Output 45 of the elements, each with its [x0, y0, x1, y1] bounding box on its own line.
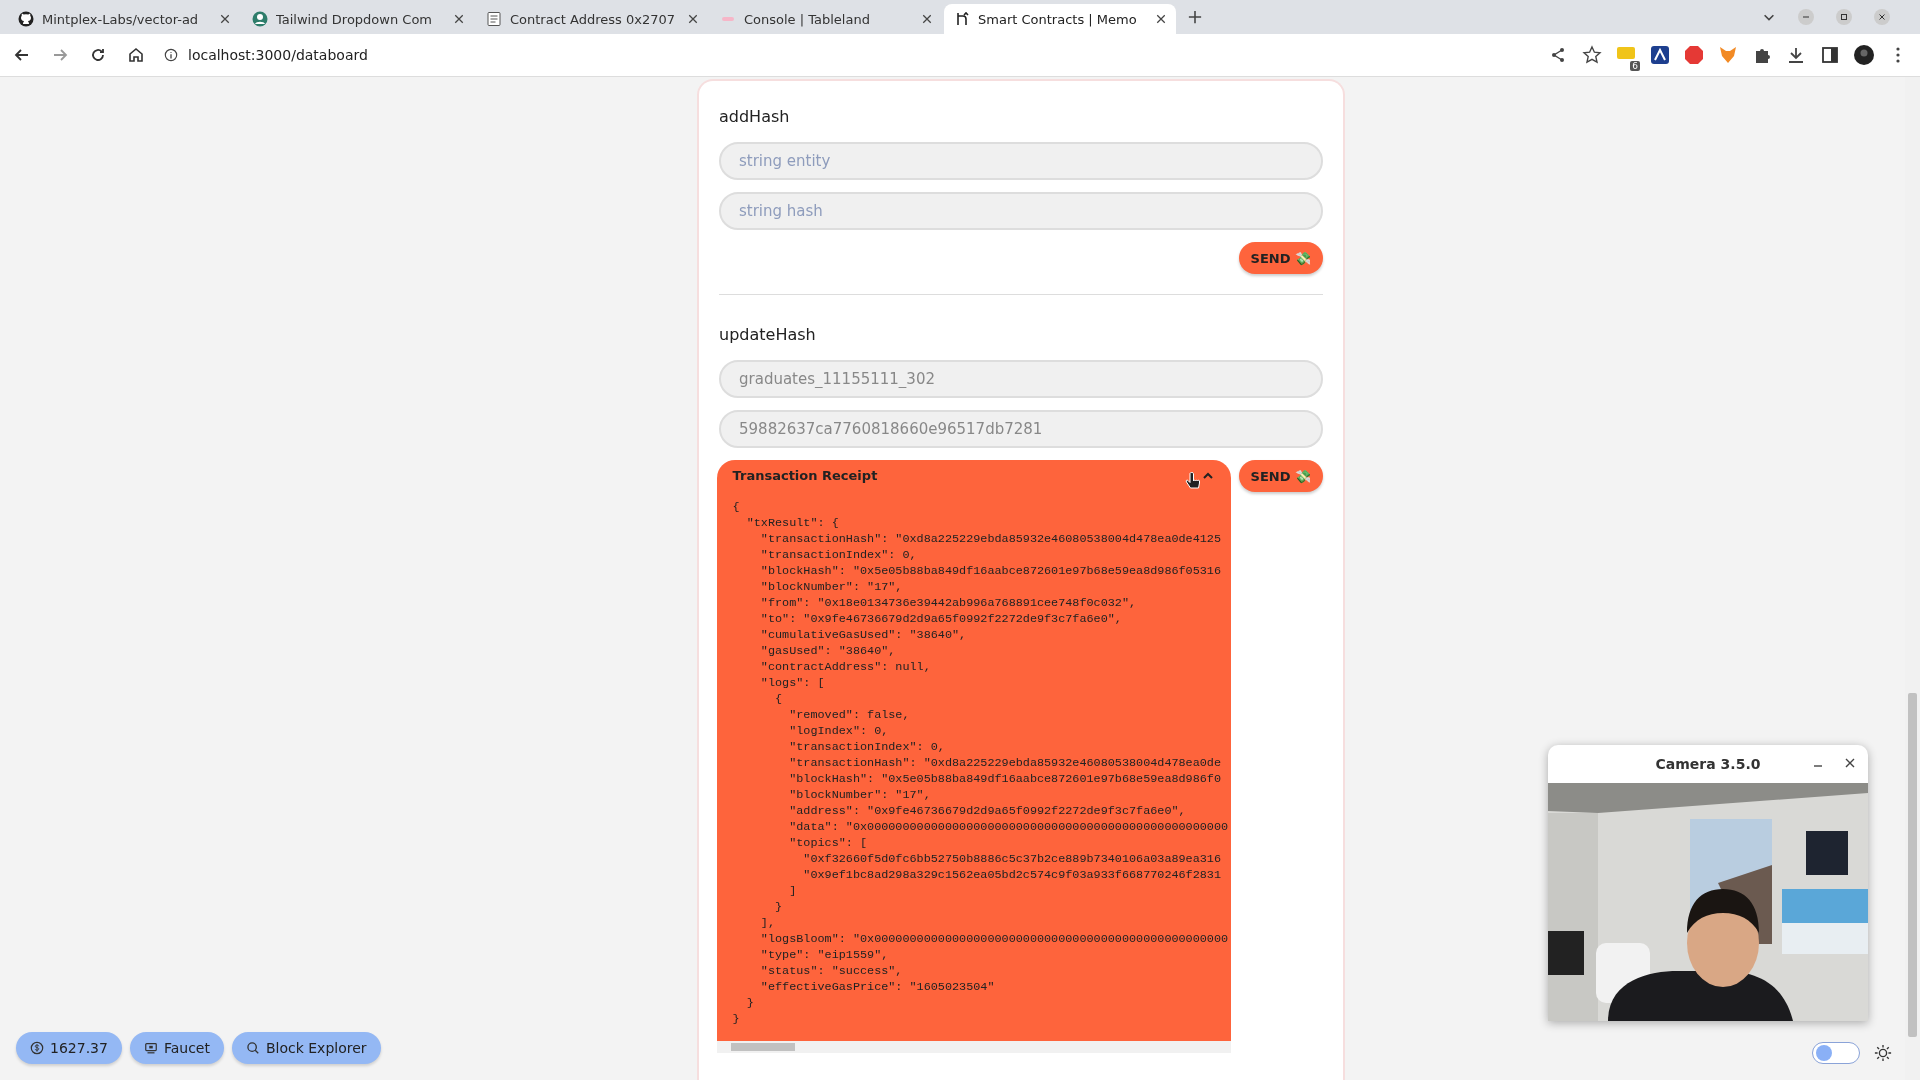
address-field[interactable]: localhost:3000/databoard — [188, 47, 368, 63]
pill-button[interactable]: Block Explorer — [231, 1032, 381, 1064]
search-icon — [245, 1041, 260, 1055]
input-field[interactable]: string entity — [719, 142, 1323, 180]
window-title: Camera 3.5.0 — [1655, 756, 1761, 772]
close-icon[interactable] — [220, 14, 230, 24]
adblock-icon[interactable] — [1684, 45, 1704, 65]
scrollbar[interactable] — [716, 1041, 1231, 1053]
minimize-icon[interactable] — [1798, 9, 1814, 25]
browser-tab[interactable]: Console | Tableland — [710, 4, 942, 34]
send-button[interactable]: SEND 💸 — [1238, 242, 1323, 274]
download-icon[interactable] — [1786, 45, 1806, 65]
extension-icon[interactable] — [1650, 45, 1670, 65]
browser-tab[interactable]: Mintplex-Labs/vector-ad — [8, 4, 240, 34]
function-name: updateHash — [719, 325, 817, 344]
side-panel-icon[interactable] — [1820, 45, 1840, 65]
star-icon[interactable] — [1582, 45, 1602, 65]
browser-tab[interactable]: Contract Address 0x2707 — [476, 4, 708, 34]
receipt-json: { "txResult": { "transactionHash": "0xd8a225229ebda85932e46080538004d478ea0de4125 "transactionIndex": 0, "blockHash": "0x5e05b88ba849df16aabce872601e97b68e59ea8d986f05316 "blockNumber": "17", "from": "0x18e0134736e39442ab996a768891cee748f0c032", "to": "0x9fe46736679d2d9a65f0992f2272de9f3c7fa6e0", "cumulativeGasUsed": "38640", "gasUsed": "38640", "contractAddress": null, "logs": [ { "removed": false, "logIndex": 0, "transactionIndex": 0, "transactionHash": "0xd8a225229ebda85932e46080538004d478ea0de "blockHash": "0x5e05b88ba849df16aabce872601e97b68e59ea8d986f0 "blockNumber": "17", "address": "0x9fe46736679d2d9a65f0992f2272de9f3c7fa6e0", "data": "0x000000000000000000000000000000000000000000000000000 "topics": [ "0xf32660f5d0fc6bb52750b8886c5c37b2ce889b7340106a03a89ea316 "0x9ef1bc8ad298a329c1562ea05bd2c574c9f03a933f668770246f2831 ] } ], "logsBloom": "0x00000000000000000000000000000000000000000000000000 "type": "eip1559", "status": "success", "effectiveGasPrice": "1605023504" } } — [731, 499, 1230, 1028]
browser-tab[interactable]: Tailwind Dropdown Com — [242, 4, 474, 34]
browser-tab[interactable]: Smart Contracts | Memo — [944, 4, 1176, 34]
github-icon — [18, 11, 34, 27]
input-field[interactable]: string hash — [719, 192, 1323, 230]
sun-icon[interactable] — [1874, 1044, 1892, 1062]
close-icon[interactable] — [1874, 9, 1890, 25]
send-button[interactable]: SEND 💸 — [1238, 460, 1323, 492]
home-icon[interactable] — [126, 45, 146, 65]
close-icon[interactable] — [454, 14, 464, 24]
pill-button[interactable]: Faucet — [129, 1032, 224, 1064]
monitor-icon — [143, 1041, 158, 1055]
document-icon — [486, 11, 502, 27]
dollar-icon — [30, 1041, 44, 1055]
close-icon[interactable] — [922, 14, 932, 24]
theme-toggle[interactable] — [1812, 1042, 1860, 1064]
close-icon[interactable] — [1156, 14, 1166, 24]
receipt-title: Transaction Receipt — [732, 468, 878, 483]
close-icon[interactable] — [688, 14, 698, 24]
avatar-icon[interactable] — [1854, 45, 1874, 65]
hand-cursor-icon — [1184, 472, 1201, 492]
close-icon[interactable] — [1844, 757, 1856, 769]
new-tab-icon[interactable] — [1188, 10, 1202, 24]
pill-button[interactable]: 1627.37 — [16, 1032, 122, 1064]
restore-icon[interactable] — [1836, 9, 1852, 25]
info-icon[interactable] — [164, 48, 178, 62]
function-name: addHash — [719, 107, 791, 126]
